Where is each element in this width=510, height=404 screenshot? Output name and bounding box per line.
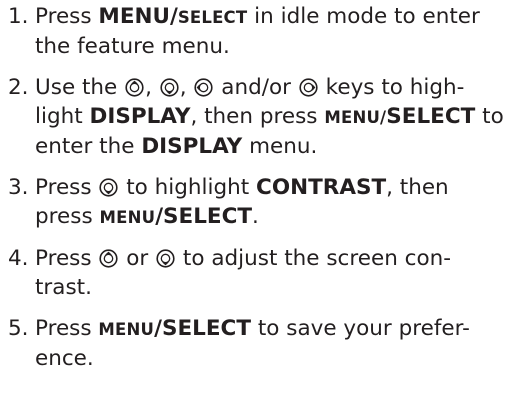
right-key-icon [299, 78, 318, 97]
step-number: 1. [8, 4, 29, 29]
menu-select-key-label: MENU/SELECT [98, 4, 248, 29]
display-label: DISPLAY [89, 104, 191, 129]
step-text: Press [35, 316, 99, 341]
up-key-icon [99, 249, 119, 268]
step-3: 3. Press to highlight CONTRAST, then pre… [8, 175, 449, 229]
step-1: 1. Press MENU/SELECT in idle mode to ent… [8, 2, 504, 61]
contrast-label: CONTRAST [256, 175, 387, 200]
step-number: 5. [8, 316, 29, 341]
steps-list: 1. Press MENU/SELECT in idle mode to ent… [8, 2, 504, 373]
menu-select-key-label: MENU/SELECT [98, 316, 251, 341]
step-number: 3. [8, 175, 29, 200]
down-key-icon [160, 78, 179, 97]
instruction-page: 1. Press MENU/SELECT in idle mode to ent… [8, 2, 504, 385]
step-text: Press [35, 175, 99, 200]
down-key-icon [156, 249, 175, 268]
down-key-icon [99, 178, 119, 197]
step-number: 2. [8, 75, 29, 100]
step-text: Press [35, 246, 99, 271]
step-4: 4. Press or to adjust the screen con-tra… [8, 246, 452, 300]
up-key-icon [125, 78, 144, 97]
step-number: 4. [8, 246, 29, 271]
step-text: Press [35, 4, 99, 29]
step-5: 5. Press MENU/SELECT to save your prefer… [8, 314, 504, 373]
menu-select-key-label: MENU/SELECT [99, 204, 253, 229]
left-key-icon [194, 78, 214, 97]
menu-select-key-label: MENU/SELECT [324, 104, 476, 129]
step-text: Use the [35, 75, 125, 100]
display-label: DISPLAY [141, 134, 243, 159]
step-2: 2. Use the , , and/or keys to high-light… [8, 75, 504, 159]
